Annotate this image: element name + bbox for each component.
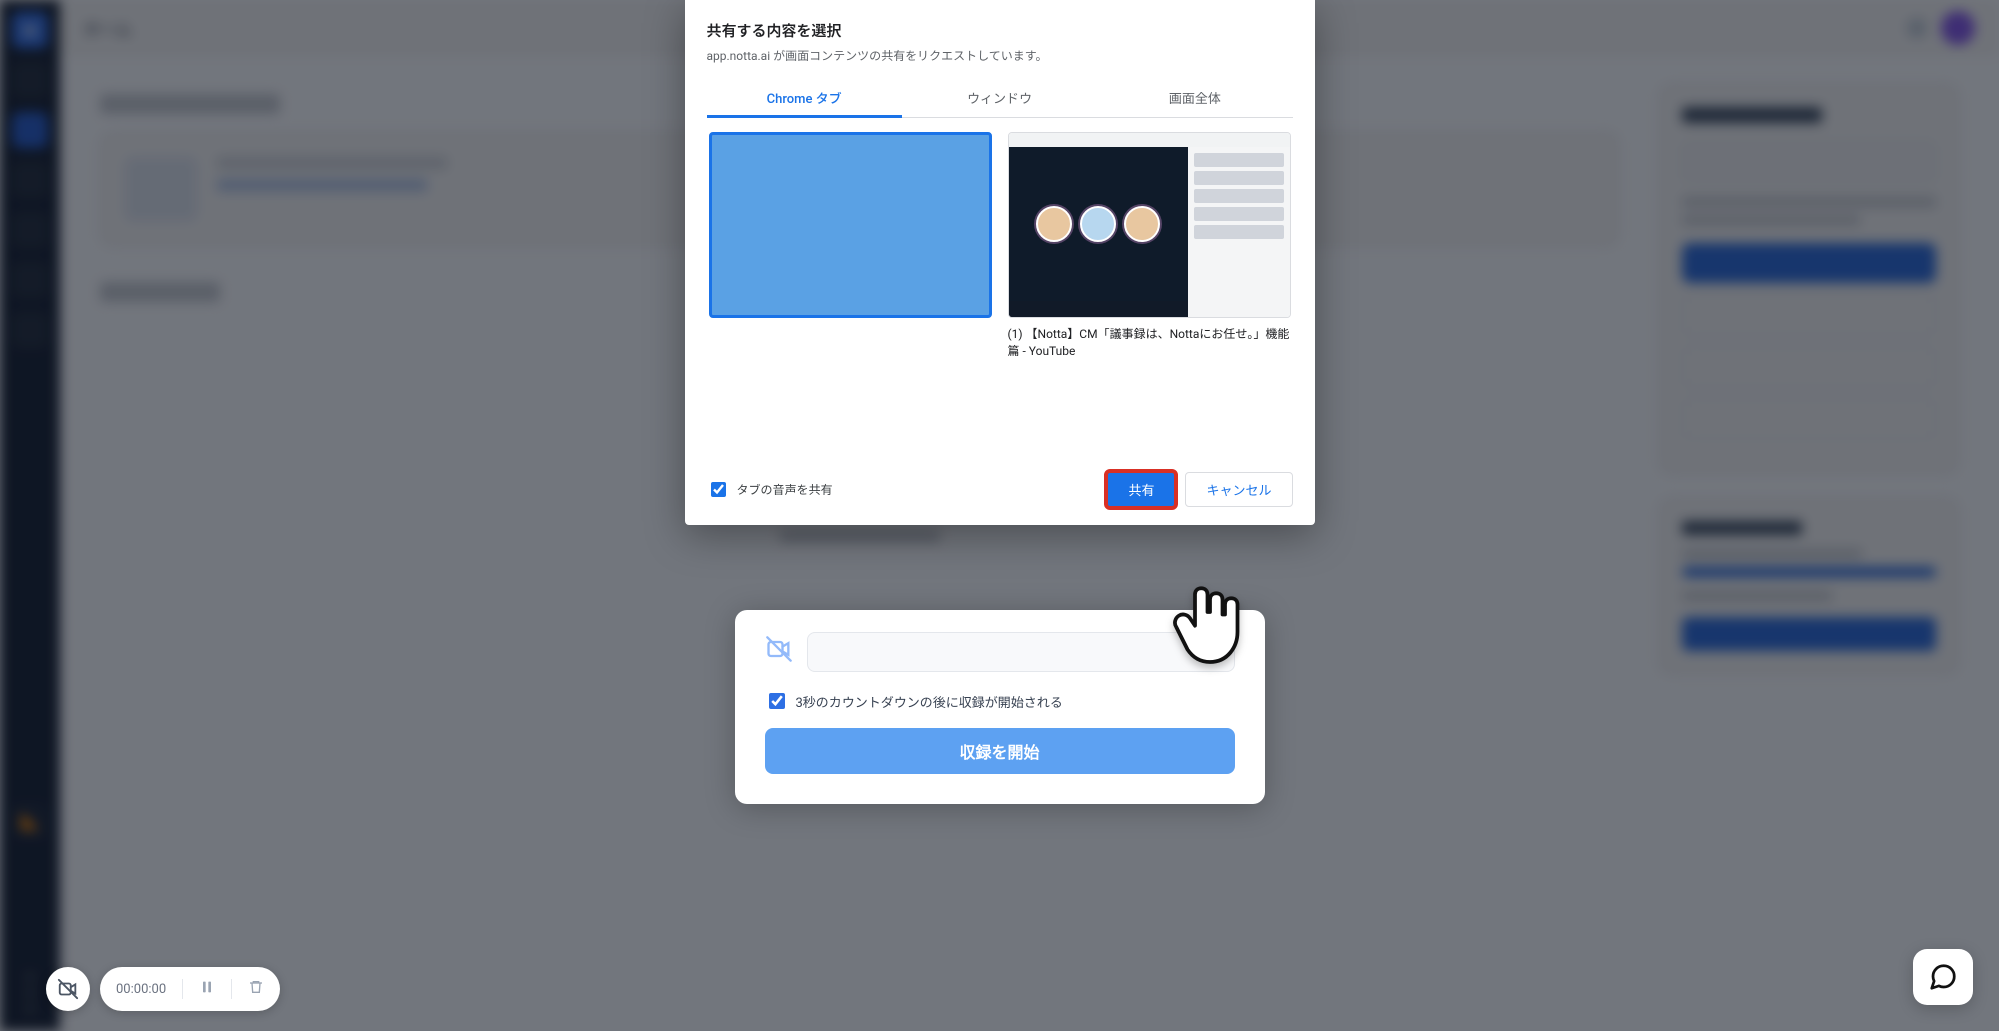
share-source-1-thumb — [709, 132, 992, 318]
screen-share-dialog: 共有する内容を選択 app.notta.ai が画面コンテンツの共有をリクエスト… — [685, 0, 1315, 525]
share-source-1[interactable] — [709, 132, 992, 356]
share-source-1-caption — [709, 326, 992, 356]
dialog-footer: タブの音声を共有 共有 キャンセル — [707, 472, 1293, 507]
pause-icon[interactable] — [199, 979, 215, 999]
countdown-label: 3秒のカウントダウンの後に収録が開始される — [796, 692, 1063, 711]
share-source-2-thumb — [1008, 132, 1291, 318]
tab-window[interactable]: ウィンドウ — [902, 78, 1097, 117]
share-tab-audio-row[interactable]: タブの音声を共有 — [707, 479, 833, 500]
recording-pill: 00:00:00 — [46, 967, 280, 1011]
chat-icon — [1928, 962, 1958, 992]
share-tab-audio-label: タブの音声を共有 — [737, 481, 833, 498]
tab-entire-screen[interactable]: 画面全体 — [1097, 78, 1292, 117]
recording-camera-toggle[interactable] — [46, 967, 90, 1011]
trash-icon[interactable] — [248, 979, 264, 999]
countdown-checkbox[interactable] — [769, 693, 785, 709]
cancel-button[interactable]: キャンセル — [1185, 472, 1292, 507]
recording-time: 00:00:00 — [116, 982, 166, 997]
countdown-checkbox-row[interactable]: 3秒のカウントダウンの後に収録が開始される — [765, 690, 1235, 712]
share-source-2[interactable]: (1) 【Notta】CM「議事録は、Nottaにお任せ。」機能篇 - YouT… — [1008, 132, 1291, 360]
share-button[interactable]: 共有 — [1107, 472, 1175, 507]
share-button-highlight: 共有 — [1107, 472, 1175, 507]
camera-off-icon — [57, 978, 79, 1000]
share-source-2-caption: (1) 【Notta】CM「議事録は、Nottaにお任せ。」機能篇 - YouT… — [1008, 326, 1291, 360]
camera-off-icon — [765, 635, 793, 670]
dialog-subtitle: app.notta.ai が画面コンテンツの共有をリクエストしています。 — [707, 47, 1293, 64]
chat-fab[interactable] — [1913, 949, 1973, 1005]
recorder-panel: 3秒のカウントダウンの後に収録が開始される 収録を開始 — [735, 610, 1265, 804]
start-recording-button[interactable]: 収録を開始 — [765, 728, 1235, 774]
divider — [231, 979, 232, 999]
recording-controls: 00:00:00 — [100, 967, 280, 1011]
divider — [182, 979, 183, 999]
dialog-title: 共有する内容を選択 — [707, 20, 1293, 41]
share-tab-audio-checkbox[interactable] — [711, 482, 726, 497]
share-tabs: Chrome タブ ウィンドウ 画面全体 — [707, 78, 1293, 118]
recorder-title-input[interactable] — [807, 632, 1235, 672]
share-sources-grid: (1) 【Notta】CM「議事録は、Nottaにお任せ。」機能篇 - YouT… — [707, 118, 1293, 458]
tab-chrome-tab[interactable]: Chrome タブ — [707, 78, 902, 117]
